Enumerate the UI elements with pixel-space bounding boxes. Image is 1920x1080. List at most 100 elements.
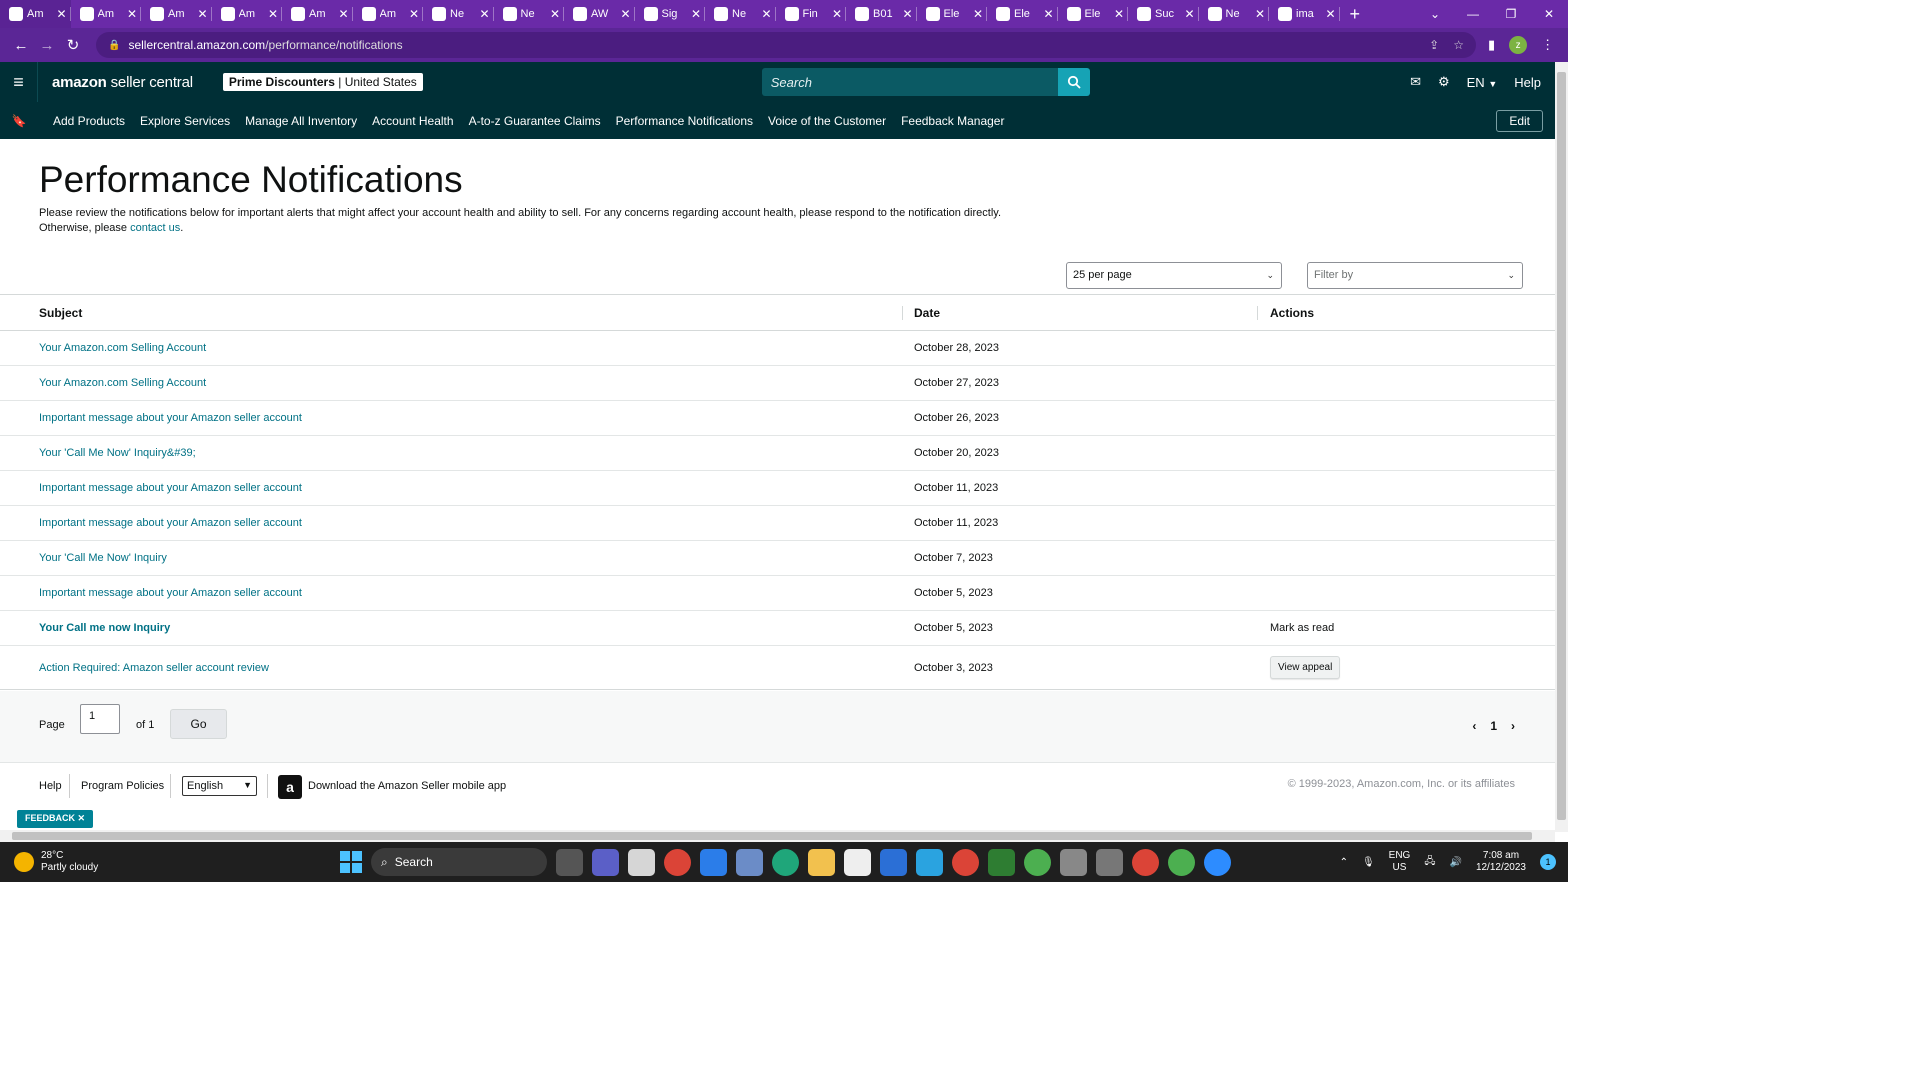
close-tab-icon[interactable]: ✕ [479, 7, 489, 21]
browser-tab[interactable]: Am ✕ [71, 0, 142, 28]
search-input[interactable]: Search [761, 68, 1058, 96]
browser-tab[interactable]: Ele ✕ [917, 0, 988, 28]
browser-tab[interactable]: Am ✕ [0, 0, 71, 28]
telegram-icon[interactable] [916, 848, 943, 876]
windows-start-icon[interactable] [340, 851, 362, 873]
close-tab-icon[interactable]: ✕ [973, 7, 983, 21]
notification-subject-link[interactable]: Your Call me now Inquiry [39, 622, 170, 634]
browser-tab[interactable]: Ne ✕ [494, 0, 565, 28]
nav-link[interactable]: Feedback Manager [901, 114, 1004, 128]
nav-link[interactable]: A-to-z Guarantee Claims [469, 114, 601, 128]
notification-subject-link[interactable]: Important message about your Amazon sell… [39, 412, 302, 424]
browser-menu-icon[interactable]: ⋮ [1541, 37, 1554, 53]
gear-icon[interactable]: ⚙ [1438, 74, 1450, 90]
nav-link[interactable]: Manage All Inventory [245, 114, 357, 128]
calculator-icon[interactable] [1096, 848, 1123, 876]
site-info-icon[interactable]: 🔒 [108, 40, 120, 51]
nav-link[interactable]: Explore Services [140, 114, 230, 128]
zoom-icon[interactable] [1204, 848, 1231, 876]
settings-icon[interactable] [1060, 848, 1087, 876]
chrome-icon[interactable] [664, 848, 691, 876]
minimize-button[interactable]: — [1454, 7, 1492, 21]
close-tab-icon[interactable]: ✕ [338, 7, 348, 21]
nav-link[interactable]: Account Health [372, 114, 453, 128]
new-tab-button[interactable]: + [1350, 4, 1361, 25]
browser-tab[interactable]: ima ✕ [1269, 0, 1340, 28]
close-tab-icon[interactable]: ✕ [1114, 7, 1124, 21]
browser-tab[interactable]: Ele ✕ [1058, 0, 1129, 28]
close-tab-icon[interactable]: ✕ [620, 7, 630, 21]
browser-tab[interactable]: Ne ✕ [705, 0, 776, 28]
close-tab-icon[interactable]: ✕ [409, 7, 419, 21]
mark-as-read-link[interactable]: Mark as read [1270, 622, 1334, 634]
close-tab-icon[interactable]: ✕ [1325, 7, 1335, 21]
forward-button[interactable]: → [34, 37, 60, 54]
app-icon[interactable] [844, 848, 871, 876]
chevron-up-icon[interactable]: ⌃ [1340, 857, 1348, 868]
nav-link[interactable]: Voice of the Customer [768, 114, 886, 128]
taskbar-search[interactable]: ⌕ Search [371, 848, 547, 876]
close-window-button[interactable]: ✕ [1530, 7, 1568, 21]
weather-widget[interactable]: 28°C Partly cloudy [14, 850, 98, 874]
footer-language-select[interactable]: English ▼ [182, 776, 257, 796]
notification-subject-link[interactable]: Your Amazon.com Selling Account [39, 377, 206, 389]
bookmark-star-icon[interactable]: ☆ [1453, 38, 1464, 52]
side-panel-icon[interactable]: ▮ [1488, 37, 1495, 53]
browser-tab[interactable]: AW ✕ [564, 0, 635, 28]
help-link[interactable]: Help [1514, 75, 1541, 90]
horizontal-scrollbar[interactable] [0, 830, 1555, 842]
vertical-scrollbar[interactable] [1555, 62, 1568, 832]
browser-tab[interactable]: Am ✕ [282, 0, 353, 28]
volume-icon[interactable]: 🔊 [1449, 857, 1461, 868]
browser-tab[interactable]: B01 ✕ [846, 0, 917, 28]
edit-nav-button[interactable]: Edit [1496, 109, 1543, 132]
nav-link[interactable]: Performance Notifications [616, 114, 753, 128]
notification-subject-link[interactable]: Your Amazon.com Selling Account [39, 342, 206, 354]
browser-tab[interactable]: Suc ✕ [1128, 0, 1199, 28]
profile-avatar[interactable]: z [1509, 36, 1528, 54]
amazon-app-icon[interactable]: a [278, 775, 302, 799]
contact-us-link[interactable]: contact us [130, 222, 180, 234]
reload-button[interactable]: ↻ [60, 36, 86, 54]
close-tab-icon[interactable]: ✕ [1184, 7, 1194, 21]
go-button[interactable]: Go [170, 709, 227, 739]
microphone-icon[interactable]: 🎙 [1362, 857, 1375, 868]
notification-subject-link[interactable]: Your 'Call Me Now' Inquiry&#39; [39, 447, 196, 459]
teams-icon[interactable] [592, 848, 619, 876]
close-tab-icon[interactable]: ✕ [197, 7, 207, 21]
mail-icon[interactable]: ✉ [1410, 74, 1421, 90]
filter-select[interactable]: Filter by ⌄ [1307, 262, 1523, 289]
per-page-select[interactable]: 25 per page ⌄ [1066, 262, 1282, 289]
store-icon[interactable] [700, 848, 727, 876]
url-bar[interactable]: 🔒 sellercentral.amazon.com/performance/n… [96, 32, 1476, 58]
language-selector[interactable]: EN ▼ [1467, 75, 1498, 90]
close-tab-icon[interactable]: ✕ [56, 7, 66, 21]
close-tab-icon[interactable]: ✕ [761, 7, 771, 21]
file-explorer-icon[interactable] [808, 848, 835, 876]
chrome-icon[interactable] [1132, 848, 1159, 876]
chevron-left-icon[interactable]: ‹ [1472, 719, 1476, 733]
seller-central-logo[interactable]: amazon seller central [52, 74, 193, 91]
bookmark-icon[interactable]: 🔖 [0, 114, 38, 128]
footer-help-link[interactable]: Help [39, 780, 62, 792]
notepad-icon[interactable] [988, 848, 1015, 876]
close-tab-icon[interactable]: ✕ [268, 7, 278, 21]
browser-tab[interactable]: Am ✕ [353, 0, 424, 28]
close-tab-icon[interactable]: ✕ [902, 7, 912, 21]
close-icon[interactable]: ✕ [78, 813, 86, 823]
scroll-thumb[interactable] [12, 832, 1532, 840]
edge-icon[interactable] [772, 848, 799, 876]
close-tab-icon[interactable]: ✕ [127, 7, 137, 21]
browser-tab[interactable]: Ele ✕ [987, 0, 1058, 28]
browser-tab[interactable]: Am ✕ [141, 0, 212, 28]
share-icon[interactable]: ⇪ [1429, 38, 1439, 52]
nav-link[interactable]: Add Products [53, 114, 125, 128]
header-subject[interactable]: Subject [39, 306, 82, 320]
browser-tab[interactable]: Sig ✕ [635, 0, 706, 28]
restore-button[interactable]: ❐ [1492, 7, 1530, 21]
view-appeal-button[interactable]: View appeal [1270, 656, 1341, 679]
header-date[interactable]: Date [914, 306, 940, 320]
feedback-tab[interactable]: FEEDBACK ✕ [17, 810, 94, 828]
browser-tab[interactable]: Ne ✕ [423, 0, 494, 28]
app-icon[interactable] [628, 848, 655, 876]
